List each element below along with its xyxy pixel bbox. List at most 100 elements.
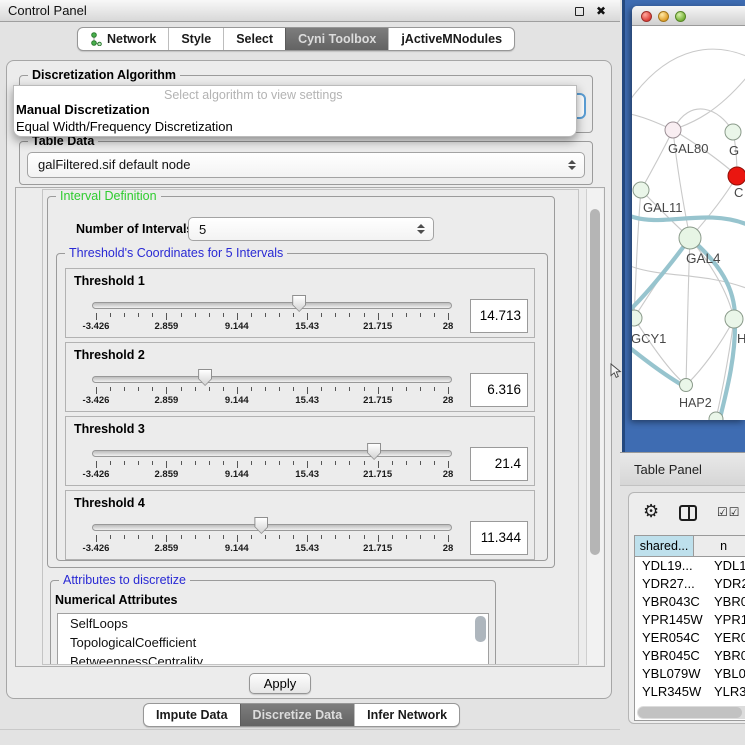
column-header-shared-name[interactable]: shared... <box>635 536 694 556</box>
table-row[interactable]: YDR27...YDR2 <box>635 575 745 593</box>
spinner-icon <box>417 224 425 234</box>
table-data-value: galFiltered.sif default node <box>38 153 190 177</box>
slider-tick <box>209 535 210 539</box>
network-node-g[interactable] <box>725 124 741 140</box>
network-canvas[interactable]: GAL80GCGAL11GAL4GCY1HHAP2 <box>632 26 745 420</box>
threshold-value-field[interactable]: 6.316 <box>470 373 528 407</box>
network-edge[interactable] <box>673 109 733 132</box>
gear-icon[interactable]: ⚙ <box>643 501 659 521</box>
table-row[interactable]: YBR043CYBR0 <box>635 593 745 611</box>
slider-track[interactable] <box>92 376 452 383</box>
column-header-name[interactable]: n <box>694 536 745 556</box>
tab-cyni-toolbox[interactable]: Cyni Toolbox <box>285 28 388 50</box>
network-edge-highlighted[interactable] <box>632 238 690 310</box>
slider-thumb[interactable] <box>254 517 268 534</box>
slider-track[interactable] <box>92 524 452 531</box>
tab-style[interactable]: Style <box>168 28 223 50</box>
network-node-gal11[interactable] <box>633 182 649 198</box>
horizontal-scrollbar-thumb[interactable] <box>638 707 742 718</box>
tab-label: Cyni Toolbox <box>298 28 376 50</box>
attribute-item-topologicalcoefficient[interactable]: TopologicalCoefficient <box>58 633 488 652</box>
table-row[interactable]: YER054CYER0 <box>635 629 745 647</box>
network-node-hap2[interactable] <box>680 379 693 392</box>
slider-track[interactable] <box>92 450 452 457</box>
close-light-icon[interactable] <box>641 11 652 22</box>
network-node-gal4[interactable] <box>679 227 701 249</box>
minimize-light-icon[interactable] <box>658 11 669 22</box>
tab-infer-network[interactable]: Infer Network <box>354 704 459 726</box>
slider-thumb[interactable] <box>367 443 381 460</box>
network-edge[interactable] <box>634 318 686 385</box>
network-edge[interactable] <box>641 130 673 190</box>
slider-tick <box>265 313 266 317</box>
algorithm-option-equal-width-frequency-discretization[interactable]: Equal Width/Frequency Discretization <box>16 118 233 135</box>
network-edge[interactable] <box>686 319 734 385</box>
slider-tick <box>448 535 449 542</box>
threshold-value-field[interactable]: 14.713 <box>470 299 528 333</box>
slider-tick <box>166 461 167 468</box>
network-edge-highlighted[interactable] <box>719 318 735 420</box>
slider-tick <box>321 461 322 465</box>
network-node-label: GAL80 <box>668 141 708 156</box>
tab-discretize-data[interactable]: Discretize Data <box>240 704 355 726</box>
slider-tick <box>110 387 111 391</box>
slider-tick <box>448 461 449 468</box>
network-node-gcy1[interactable] <box>632 310 642 326</box>
slider-tick <box>392 461 393 465</box>
network-window-titlebar[interactable] <box>632 6 745 26</box>
table-row[interactable]: YDL19...YDL1 <box>635 557 745 575</box>
slider-track[interactable] <box>92 302 452 309</box>
slider-tick <box>378 313 379 320</box>
float-icon[interactable] <box>575 7 584 16</box>
table-row[interactable]: YBL079WYBL0 <box>635 665 745 683</box>
attribute-item-selfloops[interactable]: SelfLoops <box>58 614 488 633</box>
zoom-light-icon[interactable] <box>675 11 686 22</box>
slider-thumb[interactable] <box>198 369 212 386</box>
tab-select[interactable]: Select <box>223 28 285 50</box>
algorithm-option-manual-discretization[interactable]: Manual Discretization <box>16 101 150 118</box>
list-scrollbar[interactable] <box>475 616 486 642</box>
node-table[interactable]: shared... n YDL19...YDL1YDR27...YDR2YBR0… <box>634 535 745 721</box>
network-edge[interactable] <box>632 49 745 100</box>
network-node-gal80[interactable] <box>665 122 681 138</box>
close-icon[interactable]: ✖ <box>596 0 606 22</box>
slider-thumb[interactable] <box>292 295 306 312</box>
threshold-box-1: Threshold 1-3.4262.8599.14415.4321.71528… <box>65 268 535 338</box>
network-node-c[interactable] <box>728 167 745 185</box>
network-edge-highlighted[interactable] <box>690 238 735 318</box>
slider-tick <box>448 313 449 320</box>
network-node-h[interactable] <box>725 310 743 328</box>
slider-tick-label: -3.426 <box>83 543 110 554</box>
slider-tick <box>96 313 97 320</box>
apply-button[interactable]: Apply <box>249 673 311 694</box>
network-edge[interactable] <box>678 78 745 128</box>
network-edge-highlighted[interactable] <box>632 348 682 385</box>
columns-icon[interactable] <box>679 505 697 521</box>
tab-network[interactable]: Network <box>78 28 168 50</box>
cell-shared-name: YDR27... <box>635 575 710 593</box>
slider-tick <box>237 387 238 394</box>
settings-scrollpane: Interval Definition Number of Intervals … <box>15 187 605 667</box>
threshold-value-field[interactable]: 21.4 <box>470 447 528 481</box>
vertical-scrollbar-track[interactable] <box>586 189 603 665</box>
network-edge-highlighted[interactable] <box>632 216 745 224</box>
network-edge[interactable] <box>690 176 737 238</box>
table-row[interactable]: YBR045CYBR0 <box>635 647 745 665</box>
threshold-value-field[interactable]: 11.344 <box>470 521 528 555</box>
table-row[interactable]: YLR345WYLR3 <box>635 683 745 701</box>
table-data-combobox[interactable]: galFiltered.sif default node <box>27 152 585 178</box>
table-row[interactable]: YPR145WYPR1 <box>635 611 745 629</box>
slider-tick-label: 28 <box>443 543 454 554</box>
slider-tick <box>321 535 322 539</box>
numerical-attributes-list[interactable]: SelfLoopsTopologicalCoefficientBetweenne… <box>57 613 489 665</box>
horizontal-scrollbar-track[interactable] <box>637 706 745 719</box>
number-of-intervals-combobox[interactable]: 5 <box>188 217 434 241</box>
attribute-item-betweennesscentrality[interactable]: BetweennessCentrality <box>58 652 488 665</box>
tab-jactivemnodules[interactable]: jActiveMNodules <box>388 28 514 50</box>
table-row[interactable]: YIL052CYIL0 <box>635 701 745 704</box>
slider-tick <box>279 535 280 539</box>
table-panel-titlebar: Table Panel <box>620 452 745 486</box>
tab-impute-data[interactable]: Impute Data <box>144 704 240 726</box>
vertical-scrollbar-thumb[interactable] <box>590 209 600 555</box>
checked-checkbox-icon[interactable]: ☑☑ <box>717 505 741 519</box>
